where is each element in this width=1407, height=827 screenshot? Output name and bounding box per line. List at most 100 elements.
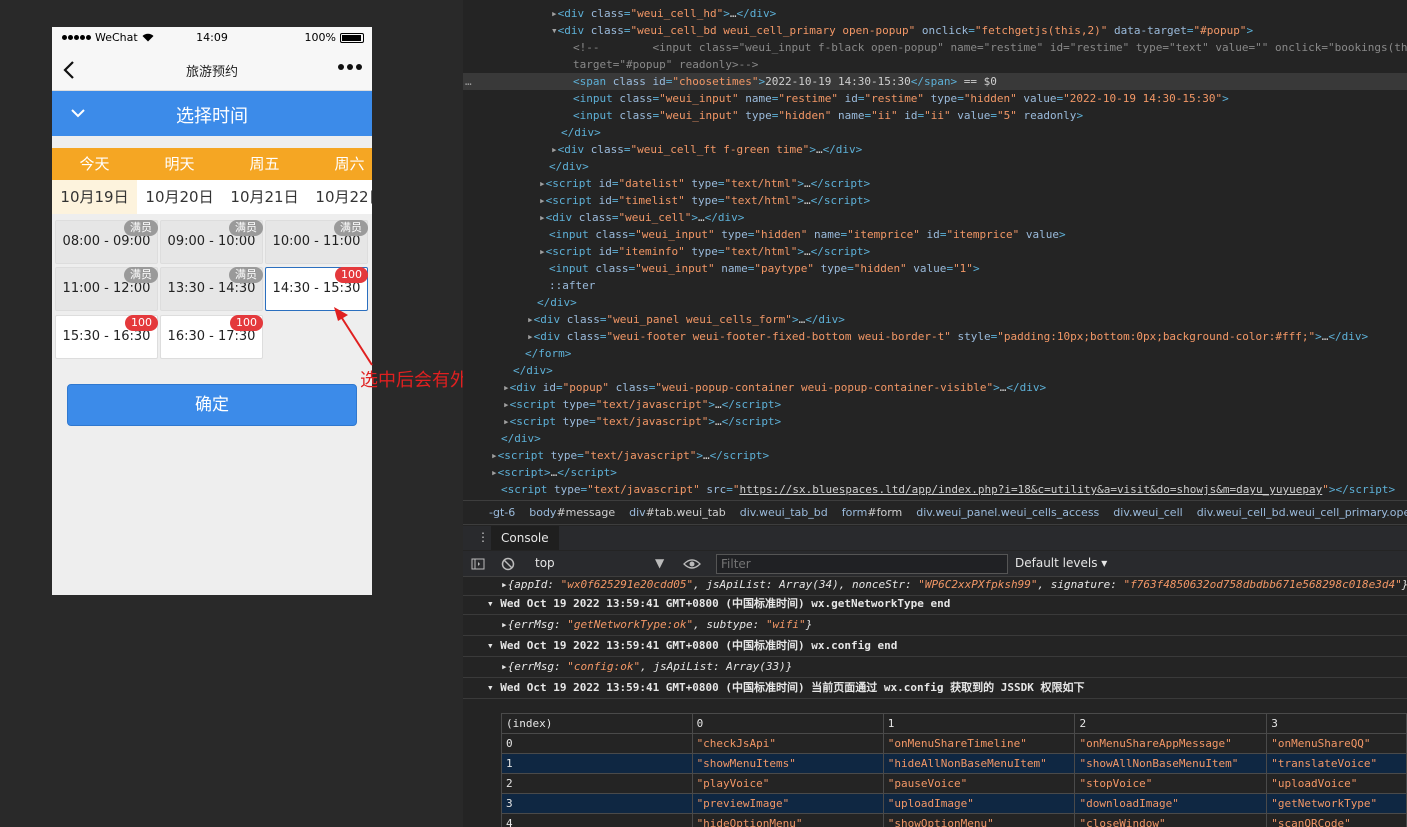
dom-node-line[interactable]: </div>	[463, 294, 577, 311]
time-slot[interactable]: 09:00 - 10:00 满员	[160, 220, 263, 264]
node-actions-icon[interactable]: …	[465, 73, 472, 90]
dom-node-line[interactable]: <span class id="choosetimes">2022-10-19 …	[463, 73, 1407, 90]
table-header-cell[interactable]: 3	[1266, 713, 1407, 734]
date-tab[interactable]: 10月21日	[222, 180, 307, 214]
slot-time: 10:00 - 11:00	[272, 234, 361, 249]
table-cell: "stopVoice"	[1074, 773, 1268, 794]
console-filter-input[interactable]	[716, 554, 1008, 574]
dom-node-line[interactable]: </form>	[463, 345, 571, 362]
console-object-entry[interactable]: ▸{errMsg: "getNetworkType:ok", subtype: …	[463, 615, 1407, 636]
slot-badge: 满员	[229, 220, 263, 236]
dom-node-line[interactable]: ▸<script>…</script>	[463, 464, 617, 481]
breadcrumb-item[interactable]: -gt-6	[489, 501, 515, 524]
dom-node-line[interactable]: </div>	[463, 430, 541, 447]
dom-node-line[interactable]: target="#popup" readonly>-->	[463, 56, 758, 73]
dom-node-line[interactable]: ▸<div class="weui_panel weui_cells_form"…	[463, 311, 845, 328]
table-cell: "downloadImage"	[1074, 793, 1268, 814]
battery-indicator: 100%	[305, 31, 364, 44]
dom-node-line[interactable]: <!-- <input class="weui_input f-black op…	[463, 39, 1407, 56]
day-tab[interactable]: 今天	[52, 148, 137, 180]
status-bar: WeChat 14:09 100%	[52, 27, 372, 49]
slot-time: 09:00 - 10:00	[167, 234, 256, 249]
table-row: 0 "checkJsApi" "onMenuShareTimeline" "onMen…	[501, 733, 1407, 754]
log-levels-dropdown[interactable]: Default levels ▾	[1015, 556, 1107, 570]
table-header-cell[interactable]: 2	[1074, 713, 1268, 734]
dom-node-line[interactable]: <input class="weui_input" type="hidden" …	[463, 107, 1083, 124]
table-cell: "onMenuShareAppMessage"	[1074, 733, 1268, 754]
slot-badge: 满员	[229, 267, 263, 283]
time-slot[interactable]: 16:30 - 17:30 100	[160, 315, 263, 359]
dom-node-line[interactable]: </div>	[463, 362, 553, 379]
breadcrumb-item[interactable]: div.weui_cell	[1113, 501, 1182, 524]
breadcrumb-item[interactable]: div.weui_panel.weui_cells_access	[916, 501, 1099, 524]
table-header-cell[interactable]: 1	[882, 713, 1076, 734]
dom-node-line[interactable]: ▸<div id="popup" class="weui-popup-conta…	[463, 379, 1046, 396]
slot-time: 13:30 - 14:30	[167, 281, 256, 296]
dom-node-line[interactable]: </div>	[463, 124, 601, 141]
dom-node-line[interactable]: ▸<script type="text/javascript">…</scrip…	[463, 413, 781, 430]
dom-node-line[interactable]: <input class="weui_input" name="restime"…	[463, 90, 1229, 107]
slot-time: 08:00 - 09:00	[62, 234, 151, 249]
time-slot[interactable]: 08:00 - 09:00 满员	[55, 220, 158, 264]
dom-node-line[interactable]: </div>	[463, 158, 589, 175]
eye-icon[interactable]	[683, 557, 701, 571]
day-tab[interactable]: 周五	[222, 148, 307, 180]
sidebar-toggle-icon[interactable]	[471, 557, 485, 571]
dom-node-line[interactable]: ▸<div class="weui_cell_ft f-green time">…	[463, 141, 862, 158]
breadcrumb-item[interactable]: form#form	[842, 501, 903, 524]
drawer-tabbar: ⋮ Console	[463, 526, 1407, 550]
table-header-cell[interactable]: (index)	[501, 713, 693, 734]
date-tab[interactable]: 10月20日	[137, 180, 222, 214]
more-menu-button[interactable]	[338, 64, 362, 70]
dom-node-line[interactable]: ▸<script type="text/javascript">…</scrip…	[463, 396, 781, 413]
breadcrumb-item[interactable]: div.weui_tab_bd	[740, 501, 828, 524]
table-cell: "translateVoice"	[1266, 753, 1407, 774]
slot-badge: 满员	[124, 267, 158, 283]
console-output: (index) 0 1 2 3 0 "checkJsApi" "onMenuShareTime…	[463, 578, 1407, 827]
dom-node-line[interactable]: ▸<div class="weui_cell">…</div>	[463, 209, 744, 226]
dom-node-line[interactable]: <input class="weui_input" type="hidden" …	[463, 226, 1066, 243]
dom-node-line[interactable]: ▸<script type="text/javascript">…</scrip…	[463, 447, 769, 464]
confirm-button[interactable]: 确定	[67, 384, 357, 426]
day-tab[interactable]: 周六	[307, 148, 372, 180]
date-tab[interactable]: 10月22日	[307, 180, 372, 214]
more-vertical-icon[interactable]: ⋮	[477, 530, 489, 544]
console-object-entry[interactable]: ▸{errMsg: "config:ok", jsApiList: Array(…	[463, 657, 1407, 678]
date-row: 10月19日 10月20日 10月21日 10月22日	[52, 180, 372, 214]
dom-node-line[interactable]: ▸<script id="datelist" type="text/html">…	[463, 175, 870, 192]
table-cell: "playVoice"	[691, 773, 884, 794]
day-tab[interactable]: 明天	[137, 148, 222, 180]
breadcrumb-item[interactable]: body#message	[529, 501, 615, 524]
dom-node-line[interactable]: <input class="weui_input" name="paytype"…	[463, 260, 980, 277]
nav-title: 旅游预约	[185, 65, 238, 80]
elements-tree: ▸<div class="weui_cell_hd">…</div> ▾<div …	[463, 0, 1407, 498]
dom-node-line[interactable]: <script type="text/javascript" src="http…	[463, 481, 1395, 498]
time-slot[interactable]: 10:00 - 11:00 满员	[265, 220, 368, 264]
console-table: (index) 0 1 2 3 0 "checkJsApi" "onMenuShareTime…	[501, 713, 1407, 827]
context-selector[interactable]: top	[535, 556, 555, 570]
time-slot[interactable]: 15:30 - 16:30 100	[55, 315, 158, 359]
tab-console[interactable]: Console	[491, 526, 559, 550]
dom-node-line[interactable]: ▸<script id="iteminfo" type="text/html">…	[463, 243, 870, 260]
time-slot[interactable]: 11:00 - 12:00 满员	[55, 267, 158, 311]
table-row: 1 "showMenuItems" "hideAllNonBaseMenuItem"…	[501, 753, 1407, 774]
console-log-entry[interactable]: ▾ Wed Oct 19 2022 13:59:41 GMT+0800 (中国标…	[463, 594, 1407, 615]
breadcrumb-item[interactable]: div#tab.weui_tab	[629, 501, 726, 524]
dom-node-line[interactable]: ▸<script id="timelist" type="text/html">…	[463, 192, 870, 209]
dom-node-line[interactable]: ▸<div class="weui-footer weui-footer-fix…	[463, 328, 1368, 345]
dom-node-line[interactable]: ▸<div class="weui_cell_hd">…</div>	[463, 5, 776, 22]
console-log-entry[interactable]: ▾ Wed Oct 19 2022 13:59:41 GMT+0800 (中国标…	[463, 636, 1407, 657]
time-slot[interactable]: 13:30 - 14:30 满员	[160, 267, 263, 311]
clear-console-icon[interactable]	[501, 557, 515, 571]
table-header-cell[interactable]: 0	[691, 713, 884, 734]
slot-time: 15:30 - 16:30	[62, 329, 151, 344]
dom-node-line[interactable]: ::after	[463, 277, 595, 294]
slot-badge: 100	[335, 267, 368, 283]
console-log-entry[interactable]: ▾ Wed Oct 19 2022 13:59:41 GMT+0800 (中国标…	[463, 678, 1407, 699]
table-header-row: (index) 0 1 2 3	[501, 713, 1407, 734]
date-tab-active[interactable]: 10月19日	[52, 180, 137, 214]
battery-icon	[340, 32, 364, 43]
breadcrumb-item[interactable]: div.weui_cell_bd.weui_cell_primary.open-…	[1197, 501, 1407, 524]
slot-badge: 满员	[124, 220, 158, 236]
dom-node-line[interactable]: ▾<div class="weui_cell_bd weui_cell_prim…	[463, 22, 1253, 39]
